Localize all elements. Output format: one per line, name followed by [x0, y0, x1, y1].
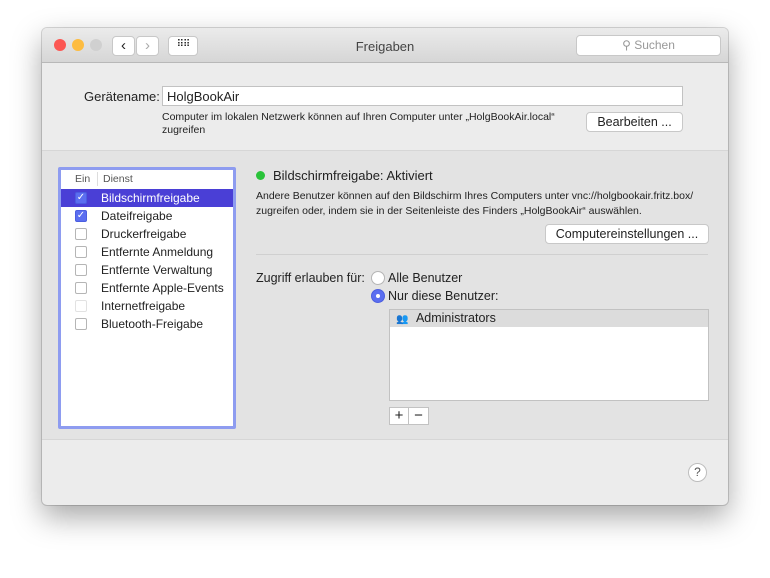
service-checkbox[interactable]: [75, 318, 87, 330]
service-row[interactable]: Entfernte Anmeldung: [61, 243, 233, 261]
service-row[interactable]: Entfernte Apple-Events: [61, 279, 233, 297]
add-user-button[interactable]: +: [389, 407, 409, 425]
device-name-label: Gerätename:: [84, 89, 160, 104]
service-row[interactable]: Bluetooth-Freigabe: [61, 315, 233, 333]
service-checkbox[interactable]: [75, 300, 87, 312]
user-row[interactable]: 👥 Administrators: [390, 310, 708, 327]
radio-only-these-users[interactable]: [371, 289, 385, 303]
service-checkbox[interactable]: ✓: [75, 192, 87, 204]
sharing-window: ‹ › ⠿⠿ Freigaben ⚲ Suchen Gerätename: Ho…: [42, 28, 728, 505]
service-row[interactable]: Druckerfreigabe: [61, 225, 233, 243]
search-field[interactable]: ⚲ Suchen: [576, 35, 721, 56]
title-bar: ‹ › ⠿⠿ Freigaben ⚲ Suchen: [42, 28, 728, 63]
access-label: Zugriff erlauben für:: [256, 271, 365, 285]
service-row[interactable]: Entfernte Verwaltung: [61, 261, 233, 279]
service-checkbox[interactable]: [75, 264, 87, 276]
service-label: Internetfreigabe: [101, 299, 186, 313]
service-row[interactable]: ✓ Bildschirmfreigabe: [61, 189, 233, 207]
service-row[interactable]: Internetfreigabe: [61, 297, 233, 315]
service-row[interactable]: ✓ Dateifreigabe: [61, 207, 233, 225]
status-text: Bildschirmfreigabe: Aktiviert: [273, 168, 433, 183]
remove-user-button[interactable]: −: [409, 407, 429, 425]
computer-settings-button[interactable]: Computereinstellungen ...: [545, 224, 709, 244]
help-button[interactable]: ?: [688, 463, 707, 482]
all-users-label: Alle Benutzer: [388, 271, 463, 285]
services-section: Ein Dienst ✓ Bildschirmfreigabe ✓ Dateifrei…: [42, 150, 728, 440]
service-label: Druckerfreigabe: [101, 227, 187, 241]
service-label: Entfernte Anmeldung: [101, 245, 214, 259]
service-label: Bluetooth-Freigabe: [101, 317, 204, 331]
device-name-input[interactable]: HolgBookAir: [162, 86, 683, 106]
users-list: 👥 Administrators: [389, 309, 709, 401]
service-label: Bildschirmfreigabe: [101, 191, 200, 205]
header-divider: [97, 172, 98, 186]
column-header-on: Ein: [75, 173, 91, 185]
service-description: Andere Benutzer können auf den Bildschir…: [256, 190, 694, 217]
only-these-users-label: Nur diese Benutzer:: [388, 289, 499, 303]
device-info-text: Computer im lokalen Netzwerk können auf …: [162, 111, 555, 136]
services-list: Ein Dienst ✓ Bildschirmfreigabe ✓ Dateifrei…: [58, 167, 236, 429]
search-icon: ⚲: [622, 38, 635, 52]
edit-button[interactable]: Bearbeiten ...: [586, 112, 683, 132]
service-label: Entfernte Apple-Events: [101, 281, 224, 295]
column-header-service: Dienst: [103, 173, 133, 185]
service-checkbox[interactable]: [75, 228, 87, 240]
group-icon: 👥: [396, 314, 409, 325]
status-indicator: [256, 171, 265, 180]
service-checkbox[interactable]: ✓: [75, 210, 87, 222]
radio-all-users[interactable]: [371, 271, 385, 285]
service-checkbox[interactable]: [75, 282, 87, 294]
divider: [256, 254, 708, 255]
service-checkbox[interactable]: [75, 246, 87, 258]
service-label: Entfernte Verwaltung: [101, 263, 213, 277]
service-label: Dateifreigabe: [101, 209, 173, 223]
